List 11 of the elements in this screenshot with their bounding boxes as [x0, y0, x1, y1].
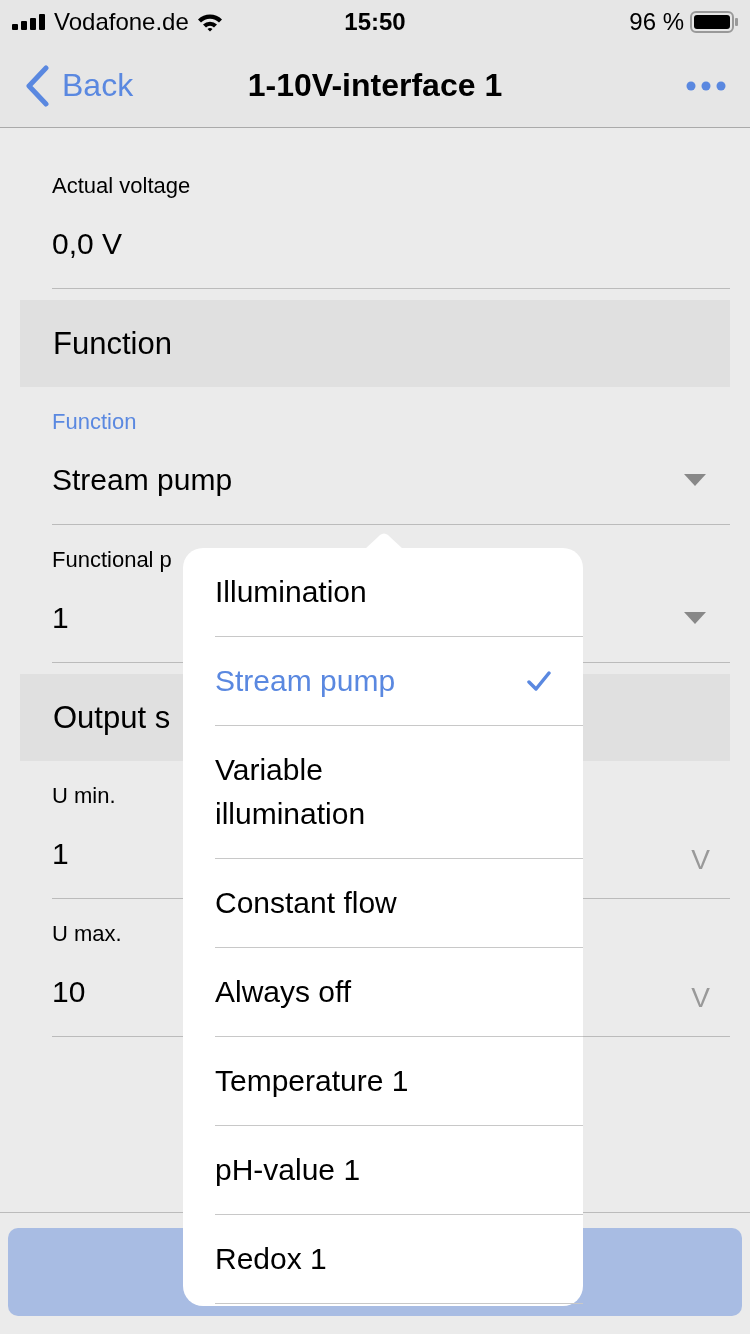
field-label: Functional p	[52, 546, 172, 574]
field-label: U min.	[52, 782, 116, 810]
field-label: Function	[52, 408, 137, 436]
carrier-name: Vodafone.de	[54, 8, 189, 36]
screen-title: 1-10V-interface 1	[247, 67, 503, 104]
field-label: Actual voltage	[52, 172, 191, 200]
section-header: Function	[20, 300, 730, 387]
status-time: 15:50	[344, 8, 406, 36]
field-label: U max.	[52, 920, 122, 948]
battery-percent: 96 %	[629, 8, 684, 36]
field-value: 0,0 V	[52, 227, 123, 261]
